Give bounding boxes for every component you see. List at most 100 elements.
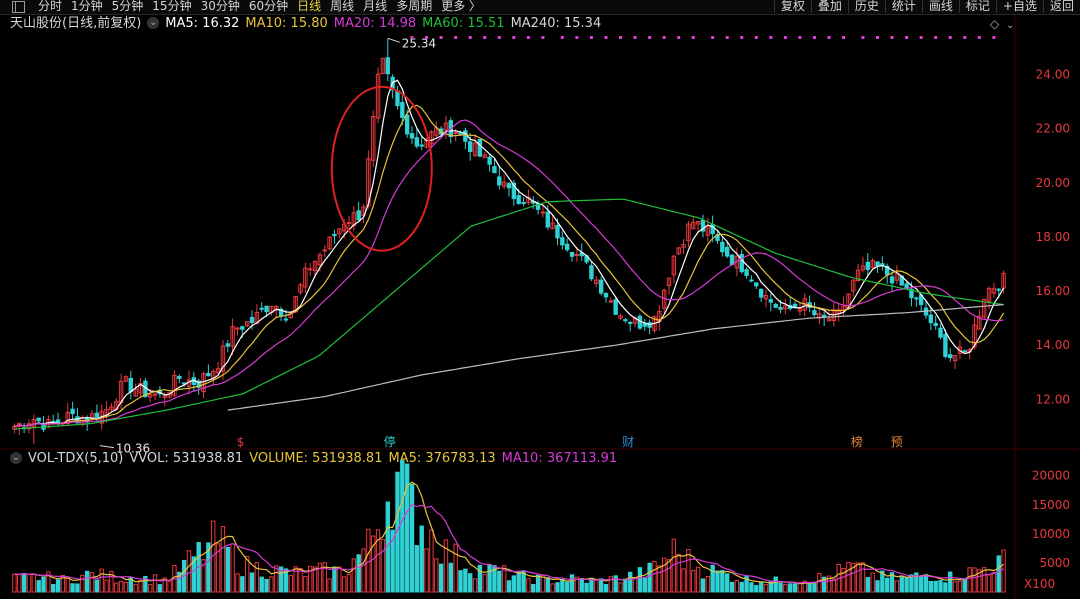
candle-body xyxy=(996,288,1001,291)
volume-bar xyxy=(555,582,560,593)
volume-bar xyxy=(235,573,240,593)
volume-bar xyxy=(550,583,555,593)
candle-body xyxy=(545,211,550,228)
volume-bar xyxy=(855,562,861,593)
signal-dot xyxy=(589,36,593,39)
volume-bar xyxy=(788,583,793,593)
volume-bar xyxy=(288,575,294,593)
candle-body xyxy=(598,279,604,294)
volume-bar xyxy=(734,579,740,593)
signal-dot xyxy=(783,36,787,39)
volume-bar xyxy=(943,582,948,593)
candle-body xyxy=(569,251,575,257)
volume-bar xyxy=(244,556,250,593)
volume-bar xyxy=(564,581,570,593)
signal-dot xyxy=(439,36,443,39)
volume-bar xyxy=(516,570,521,593)
signal-dot xyxy=(890,36,894,39)
volume-bar xyxy=(904,577,909,593)
signal-dot xyxy=(410,36,414,39)
volume-bar xyxy=(220,526,226,593)
candle-body xyxy=(395,90,400,107)
signal-dot xyxy=(619,36,623,39)
candle-body xyxy=(914,297,919,300)
candle-body xyxy=(177,375,182,379)
volume-bar xyxy=(526,578,531,593)
volume-bar xyxy=(84,570,90,593)
volume-bar xyxy=(865,577,871,593)
volume-bar xyxy=(603,583,609,593)
volume-tick-label: 5000 xyxy=(1039,556,1070,570)
candle-body xyxy=(647,322,652,328)
volume-bar xyxy=(298,567,303,593)
volume-bar xyxy=(346,574,352,593)
volume-bar xyxy=(628,571,633,593)
volume-bar xyxy=(424,548,429,593)
volume-bar xyxy=(962,578,967,593)
volume-bar xyxy=(230,543,235,593)
candle-body xyxy=(463,130,468,142)
candle-body xyxy=(724,246,730,257)
candle-body xyxy=(521,202,526,205)
signal-dot xyxy=(512,36,516,39)
candle-body xyxy=(555,224,560,239)
volume-bar xyxy=(133,583,138,593)
volume-bar xyxy=(860,562,866,593)
volume-bar xyxy=(729,581,735,593)
candle-body xyxy=(400,102,405,118)
volume-bar xyxy=(647,562,652,593)
volume-bar xyxy=(584,582,589,593)
volume-bar xyxy=(123,581,129,593)
volume-tick-label: 20000 xyxy=(1032,469,1070,483)
volume-bar xyxy=(1001,549,1006,593)
volume-bar xyxy=(710,564,715,593)
volume-bar xyxy=(497,570,502,593)
signal-dot xyxy=(992,36,996,39)
signal-dot xyxy=(861,36,865,39)
volume-bar xyxy=(885,577,890,593)
candle-body xyxy=(356,210,361,221)
volume-bar xyxy=(31,573,37,593)
signal-dot xyxy=(468,36,472,39)
volume-bar xyxy=(434,558,439,593)
candle-body xyxy=(70,408,75,415)
candle-body xyxy=(865,261,871,270)
volume-bar xyxy=(739,581,744,593)
y-tick-label: 18.00 xyxy=(1036,230,1070,244)
candle-body xyxy=(637,315,643,329)
candle-body xyxy=(404,114,410,135)
event-marker: $ xyxy=(237,435,245,449)
volume-bar xyxy=(506,580,512,593)
volume-bar xyxy=(186,550,192,593)
signal-dot xyxy=(633,36,637,39)
volume-bar xyxy=(458,570,463,593)
volume-bar xyxy=(269,576,274,593)
volume-bar xyxy=(438,563,444,593)
kline-chart[interactable]: 12.00 14.00 16.00 18.00 20.00 22.00 24.00 25.34… xyxy=(0,0,1080,599)
candle-body xyxy=(889,276,895,284)
volume-bar xyxy=(875,580,880,593)
candle-body xyxy=(560,237,565,246)
annotation-ellipse xyxy=(330,85,433,252)
candle-body xyxy=(564,243,570,251)
volume-bar xyxy=(17,574,22,593)
candle-body xyxy=(613,299,618,315)
candle-body xyxy=(962,350,967,353)
event-marker: 榜 xyxy=(851,434,863,449)
signal-dot xyxy=(677,36,681,39)
y-tick-label: 24.00 xyxy=(1036,68,1070,82)
volume-bar xyxy=(327,578,332,593)
volume-bar xyxy=(249,572,255,593)
volume-bar xyxy=(870,572,875,593)
volume-bar xyxy=(419,525,424,593)
volume-bar xyxy=(560,579,565,593)
volume-bar xyxy=(691,569,696,593)
signal-dot xyxy=(948,36,952,39)
volume-bar xyxy=(754,585,759,593)
volume-bar xyxy=(453,543,458,593)
y-tick-label: 12.00 xyxy=(1036,392,1070,406)
ma10-line xyxy=(14,104,1005,428)
candle-body xyxy=(308,268,313,271)
signal-dot xyxy=(919,36,923,39)
signal-dot xyxy=(725,36,729,39)
